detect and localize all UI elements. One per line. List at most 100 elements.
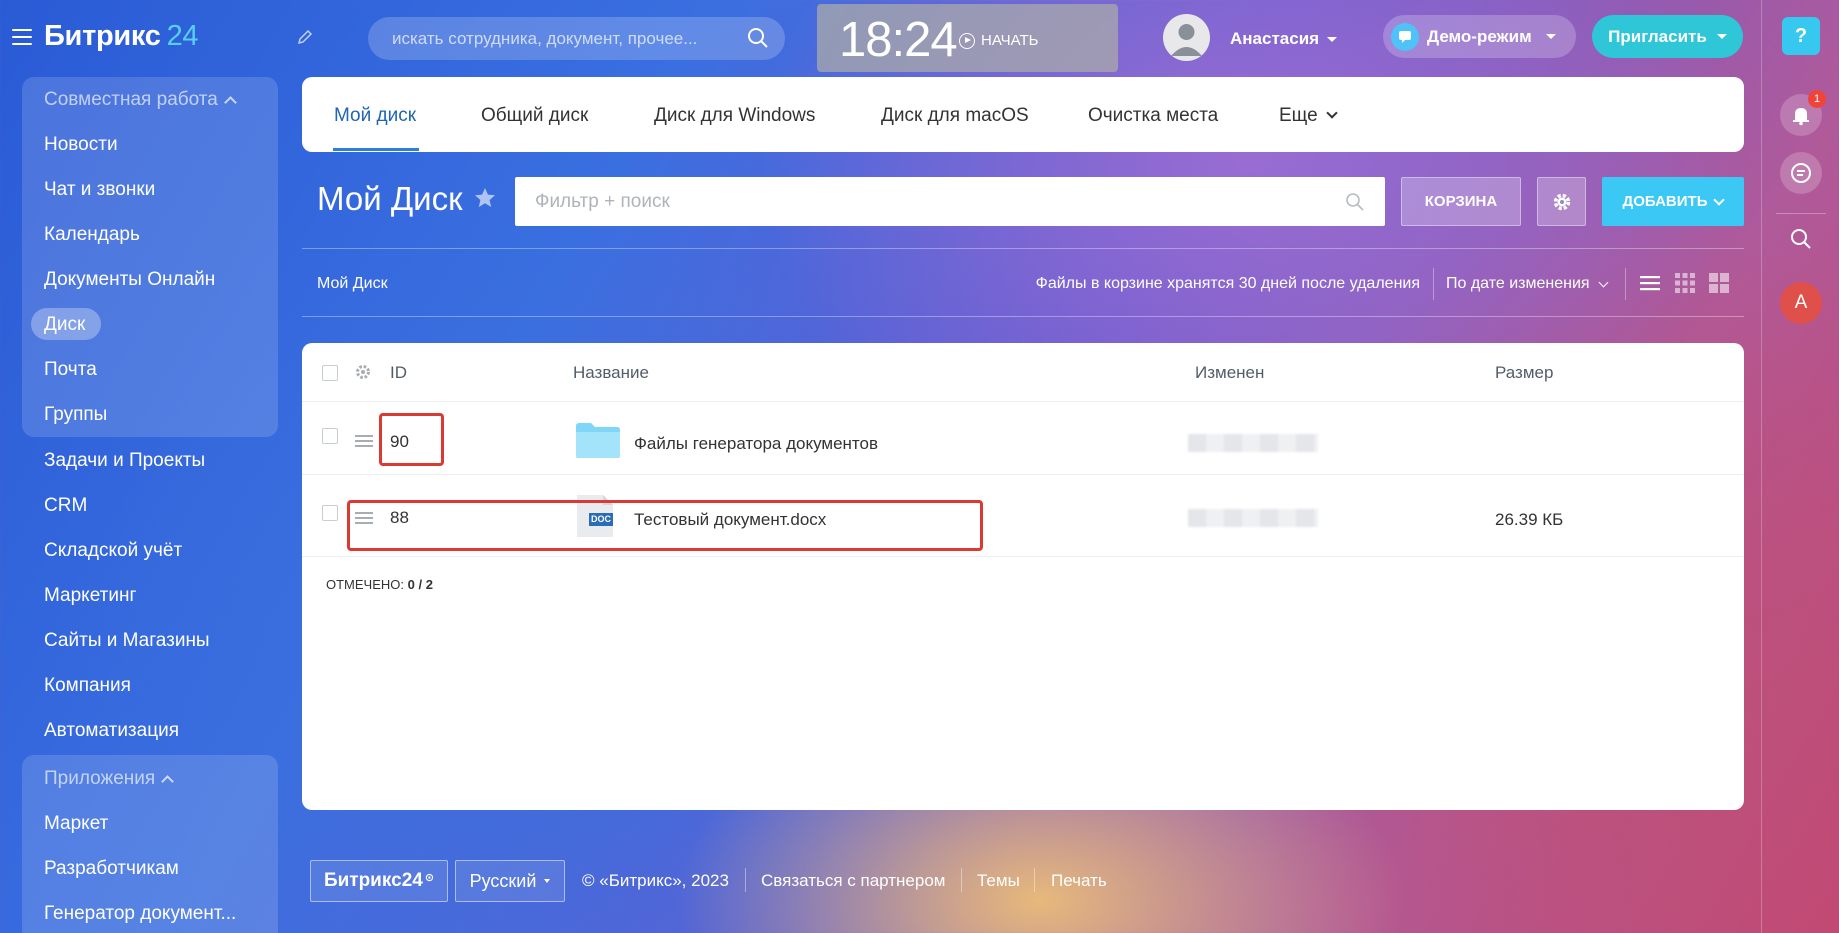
filter-search[interactable] — [515, 177, 1385, 226]
sidebar-item-docs-online[interactable]: Документы Онлайн — [44, 269, 215, 291]
gear-icon — [1553, 193, 1570, 210]
clock-icon: ⊙ — [424, 871, 435, 884]
column-header-name[interactable]: Название — [573, 363, 649, 383]
select-all-checkbox[interactable] — [322, 365, 338, 381]
logo-text: Битрикс — [44, 20, 161, 52]
active-tab-underline — [333, 148, 419, 151]
tab-shared-disk[interactable]: Общий диск — [481, 105, 588, 127]
breadcrumb[interactable]: Мой Диск — [317, 275, 388, 293]
sidebar-item-doc-generator[interactable]: Генератор документ... — [44, 903, 236, 925]
messenger-button[interactable] — [1780, 152, 1822, 194]
user-menu[interactable]: Анастасия — [1230, 29, 1338, 49]
row-checkbox[interactable] — [322, 428, 338, 444]
edit-pencil-icon[interactable] — [296, 28, 316, 48]
sidebar-item-inventory[interactable]: Складской учёт — [44, 540, 182, 562]
print-link[interactable]: Печать — [1051, 871, 1107, 891]
highlight-frame-id — [379, 413, 444, 466]
sidebar-item-sites[interactable]: Сайты и Магазины — [44, 630, 210, 652]
sidebar-item-disk[interactable]: Диск — [44, 314, 85, 336]
chevron-down-icon — [1327, 36, 1338, 42]
menu-burger-icon[interactable] — [12, 29, 32, 45]
trash-button[interactable]: КОРЗИНА — [1401, 177, 1521, 226]
sidebar-item-calendar[interactable]: Календарь — [44, 224, 140, 246]
play-icon — [959, 32, 975, 49]
demo-mode-button[interactable]: Демо-режим — [1383, 15, 1576, 58]
global-search-input[interactable] — [392, 17, 722, 60]
language-label: Русский — [469, 870, 537, 891]
sidebar-item-crm[interactable]: CRM — [44, 495, 87, 517]
invite-button[interactable]: Пригласить — [1592, 15, 1743, 58]
column-header-size[interactable]: Размер — [1495, 363, 1553, 383]
tab-disk-macos[interactable]: Диск для macOS — [881, 105, 1029, 127]
sidebar-item-mail[interactable]: Почта — [44, 359, 97, 381]
worktime-widget[interactable]: 18:24 НАЧАТЬ — [817, 4, 1118, 72]
help-button[interactable]: ? — [1782, 17, 1820, 55]
add-button[interactable]: ДОБАВИТЬ — [1602, 177, 1744, 226]
sort-label: По дате изменения — [1446, 275, 1590, 292]
search-icon[interactable] — [1790, 228, 1812, 255]
themes-link[interactable]: Темы — [977, 871, 1020, 891]
column-settings-gear-icon[interactable] — [354, 363, 372, 386]
tab-disk-windows[interactable]: Диск для Windows — [654, 105, 815, 127]
group-title: Приложения — [44, 768, 156, 789]
demo-label: Демо-режим — [1427, 26, 1532, 46]
tab-cleanup[interactable]: Очистка места — [1088, 105, 1218, 127]
search-icon[interactable] — [1345, 192, 1365, 217]
chevron-down-icon — [1598, 277, 1609, 287]
chat-bubble-icon — [1391, 22, 1419, 51]
large-grid-view-icon[interactable] — [1708, 272, 1730, 294]
clock-time: 18:24 — [839, 13, 958, 67]
divider — [745, 868, 746, 892]
list-view-icon[interactable] — [1639, 272, 1661, 294]
row-name[interactable]: Файлы генератора документов — [634, 434, 878, 454]
sidebar-item-news[interactable]: Новости — [44, 134, 118, 156]
sidebar-item-market[interactable]: Маркет — [44, 813, 108, 835]
user-avatar[interactable] — [1163, 14, 1210, 61]
sidebar-item-company[interactable]: Компания — [44, 675, 131, 697]
row-divider — [302, 401, 1744, 402]
sidebar-item-chat[interactable]: Чат и звонки — [44, 179, 155, 201]
notification-badge: 1 — [1808, 90, 1826, 108]
row-divider — [302, 474, 1744, 475]
copyright-text: © «Битрикс», 2023 — [582, 871, 729, 890]
global-search[interactable] — [368, 17, 785, 60]
filter-search-input[interactable] — [535, 177, 1315, 226]
star-icon[interactable] — [473, 180, 497, 218]
column-header-modified[interactable]: Изменен — [1195, 363, 1264, 383]
sidebar-item-marketing[interactable]: Маркетинг — [44, 585, 136, 607]
partner-link[interactable]: Связаться с партнером — [761, 871, 945, 891]
sidebar-item-groups[interactable]: Группы — [44, 404, 107, 426]
logo-number: 24 — [166, 20, 199, 52]
sidebar-item-automation[interactable]: Автоматизация — [44, 720, 179, 742]
highlight-frame-row — [347, 500, 983, 551]
search-icon[interactable] — [747, 27, 769, 54]
divider — [1625, 268, 1626, 300]
group-title: Совместная работа — [44, 89, 218, 110]
chevron-down-icon — [1545, 34, 1556, 39]
modified-date-redacted — [1188, 509, 1318, 527]
sidebar-group-apps-title[interactable]: Приложения — [44, 768, 175, 790]
chevron-down-icon — [1713, 193, 1726, 206]
start-workday-button[interactable]: НАЧАТЬ — [959, 32, 1039, 49]
page-title-text: Мой Диск — [317, 180, 463, 217]
selection-counter: ОТМЕЧЕНО: 0 / 2 — [326, 577, 433, 592]
notifications-button[interactable]: 1 — [1780, 90, 1826, 136]
sidebar-group-collab — [22, 77, 278, 437]
column-header-id[interactable]: ID — [390, 363, 407, 383]
row-checkbox[interactable] — [322, 505, 338, 521]
disk-tabs-panel: Мой диск Общий диск Диск для Windows Дис… — [302, 77, 1744, 152]
footer-logo[interactable]: Битрикс24 ⊙ — [310, 860, 448, 902]
divider — [302, 248, 1744, 249]
app-logo[interactable]: Битрикс 24 — [44, 20, 199, 53]
rail-user-avatar[interactable]: A — [1780, 282, 1822, 324]
sidebar-item-tasks[interactable]: Задачи и Проекты — [44, 450, 205, 472]
small-grid-view-icon[interactable] — [1674, 272, 1696, 294]
sidebar-item-developers[interactable]: Разработчикам — [44, 858, 179, 880]
tab-more[interactable]: Еще — [1279, 105, 1338, 127]
tab-my-disk[interactable]: Мой диск — [334, 105, 416, 127]
language-selector[interactable]: Русский — [455, 860, 565, 902]
settings-button[interactable] — [1537, 177, 1586, 226]
sidebar-group-collab-title[interactable]: Совместная работа — [44, 89, 237, 111]
sort-dropdown[interactable]: По дате изменения — [1446, 275, 1609, 293]
drag-handle-icon[interactable] — [355, 435, 373, 447]
